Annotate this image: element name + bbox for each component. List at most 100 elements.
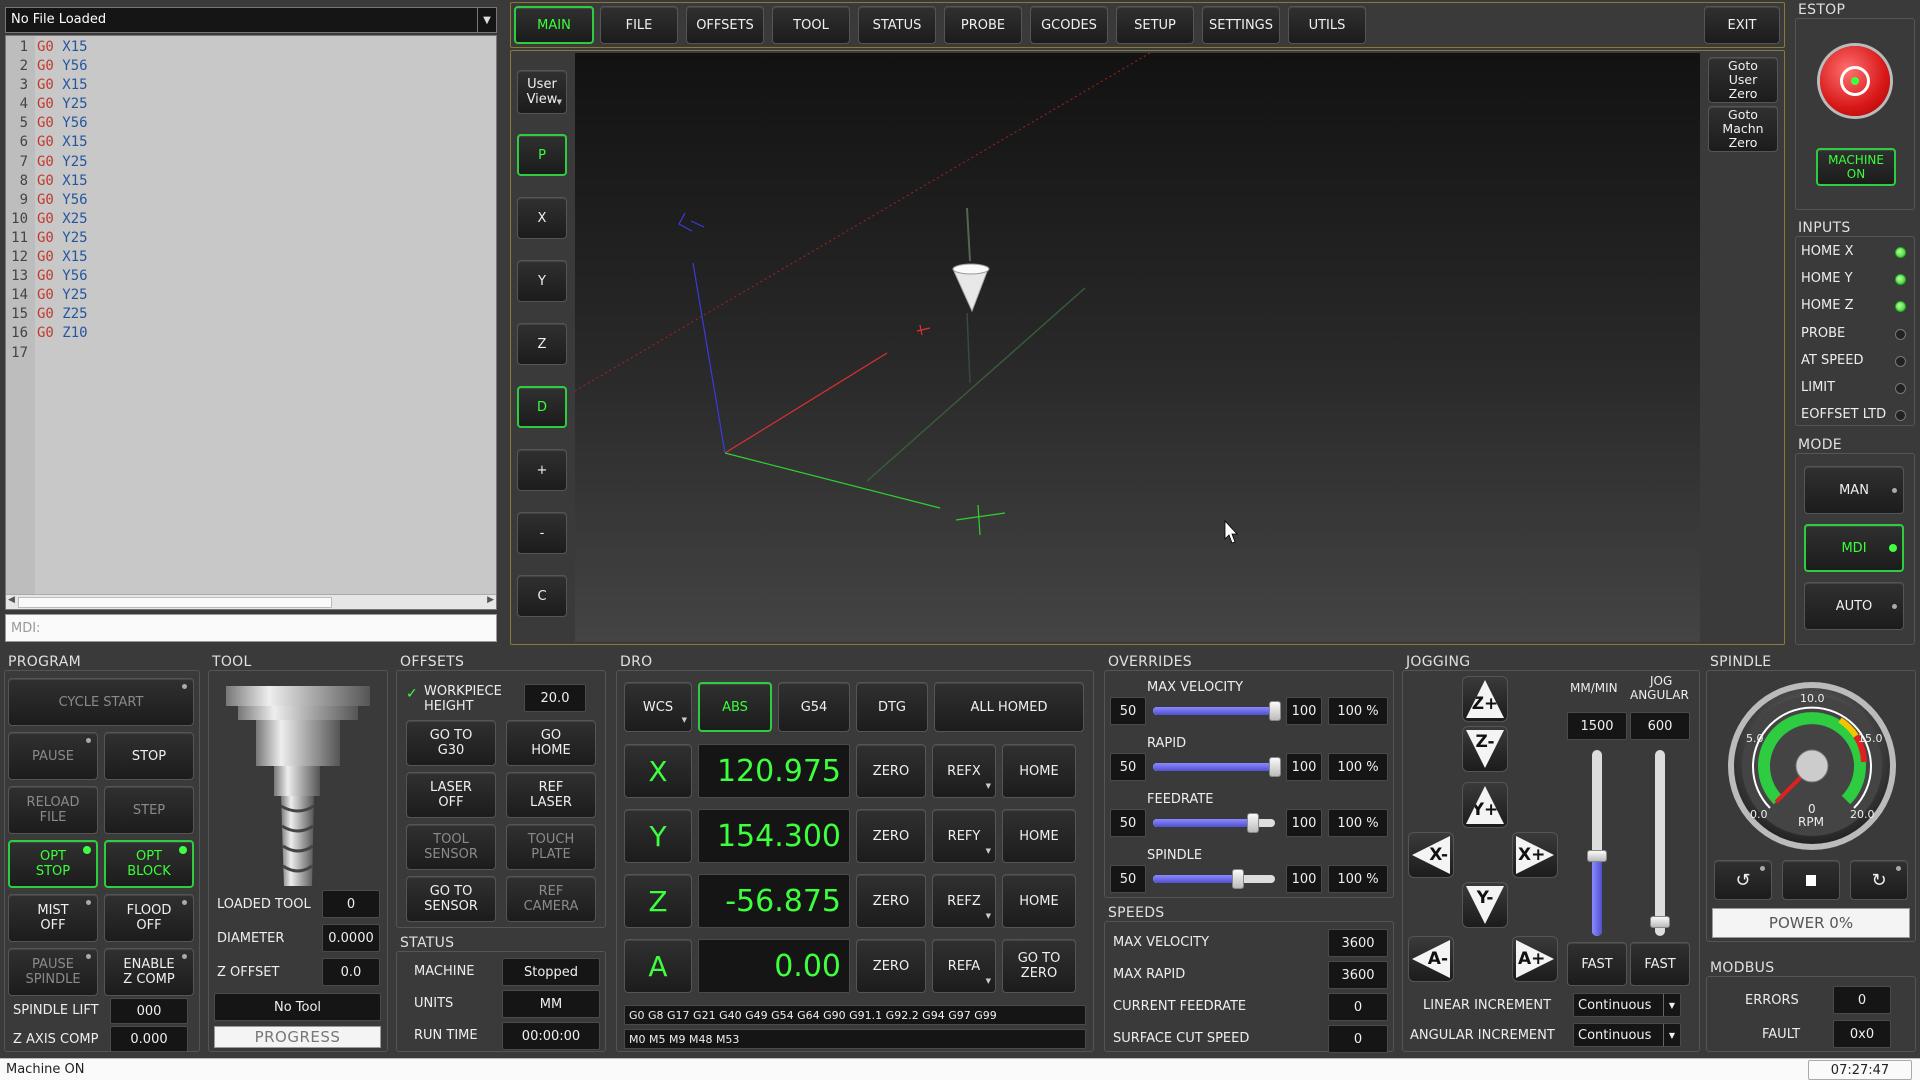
jog-x-plus-button[interactable]: X+ (1512, 832, 1558, 878)
laser-off-button[interactable]: LASER OFF (406, 772, 496, 818)
spindle-forward-button[interactable]: ↻ (1850, 860, 1908, 900)
override-min[interactable]: 50 (1110, 865, 1146, 893)
touch-plate-button[interactable]: TOUCH PLATE (506, 824, 596, 870)
gcode-line[interactable]: 9 G0 Y56 (6, 191, 88, 210)
gcode-line[interactable]: 11 G0 Y25 (6, 229, 87, 248)
check-icon[interactable]: ✓ (406, 686, 418, 702)
jog-a-plus-button[interactable]: A+ (1512, 936, 1558, 982)
gcode-line[interactable]: 1 G0 X15 (6, 38, 88, 57)
tab-tool[interactable]: TOOL (772, 6, 850, 44)
ref-camera-button[interactable]: REF CAMERA (506, 876, 596, 922)
clear-view-button[interactable]: C (517, 575, 567, 617)
override-slider[interactable] (1153, 869, 1275, 889)
opt-block-button[interactable]: OPT BLOCK (104, 840, 194, 888)
gcode-line[interactable]: 17 (6, 344, 88, 363)
mist-button[interactable]: MIST OFF (8, 894, 98, 942)
loaded-tool-field[interactable]: 0 (322, 890, 380, 918)
abs-button[interactable]: ABS (698, 682, 772, 732)
zoom-in-button[interactable]: + (517, 449, 567, 491)
goto-machine-zero-button[interactable]: Goto Machn Zero (1708, 106, 1778, 152)
jog-y-minus-button[interactable]: Y- (1462, 882, 1508, 928)
machine-on-button[interactable]: MACHINE ON (1816, 148, 1896, 186)
ref-laser-button[interactable]: REF LASER (506, 772, 596, 818)
override-slider-knob[interactable] (1232, 869, 1245, 889)
flood-button[interactable]: FLOOD OFF (104, 894, 194, 942)
zero-x-button[interactable]: ZERO (856, 744, 926, 798)
jog-y-plus-button[interactable]: Y+ (1462, 782, 1508, 828)
linear-jog-slider-knob[interactable] (1587, 850, 1607, 862)
view-d-button[interactable]: D (517, 386, 567, 428)
gcode-line[interactable]: 7 G0 Y25 (6, 153, 88, 172)
scroll-thumb[interactable] (18, 597, 332, 608)
override-slider-knob[interactable] (1269, 701, 1281, 721)
zoffset-field[interactable]: 0.0 (322, 958, 380, 986)
override-min[interactable]: 50 (1110, 753, 1146, 781)
wcs-button[interactable]: WCS ▼ (624, 682, 692, 732)
linear-jog-rate-field[interactable]: 1500 (1567, 712, 1627, 740)
mode-man-button[interactable]: MAN (1804, 466, 1904, 514)
gcode-line[interactable]: 14 G0 Y25 (6, 286, 87, 305)
home-z-button[interactable]: HOME (1002, 874, 1076, 928)
override-slider-knob[interactable] (1247, 813, 1260, 833)
tab-gcodes[interactable]: GCODES (1030, 6, 1108, 44)
override-max[interactable]: 100 (1286, 697, 1322, 725)
tab-probe[interactable]: PROBE (944, 6, 1022, 44)
ref-y-button[interactable]: REFY ▼ (932, 809, 996, 863)
tab-settings[interactable]: SETTINGS (1202, 6, 1280, 44)
angular-jog-slider-knob[interactable] (1650, 916, 1670, 928)
angular-jog-slider[interactable] (1650, 750, 1670, 936)
angular-jog-rate-field[interactable]: 600 (1630, 712, 1690, 740)
horizontal-scrollbar[interactable]: ◀ ▶ (6, 594, 496, 609)
mode-auto-button[interactable]: AUTO (1804, 582, 1904, 630)
override-max[interactable]: 100 (1286, 865, 1322, 893)
spindle-lift-field[interactable]: 000 (110, 998, 188, 1024)
goto-user-zero-button[interactable]: Goto User Zero (1708, 57, 1778, 103)
dtg-button[interactable]: DTG (856, 682, 928, 732)
ref-x-button[interactable]: REFX ▼ (932, 744, 996, 798)
estop-button[interactable] (1820, 46, 1890, 116)
zoom-out-button[interactable]: - (517, 512, 567, 554)
linear-increment-select[interactable]: Continuous ▼ (1573, 993, 1681, 1017)
opt-stop-button[interactable]: OPT STOP (8, 840, 98, 888)
tab-main[interactable]: MAIN (514, 6, 594, 44)
goto-g30-button[interactable]: GO TO G30 (406, 720, 496, 766)
override-slider-knob[interactable] (1269, 757, 1281, 777)
enable-zcomp-button[interactable]: ENABLE Z COMP (104, 948, 194, 996)
home-y-button[interactable]: HOME (1002, 809, 1076, 863)
gcode-line[interactable]: 6 G0 X15 (6, 133, 88, 152)
override-max[interactable]: 100 (1286, 753, 1322, 781)
tool-sensor-button[interactable]: TOOL SENSOR (406, 824, 496, 870)
override-slider[interactable] (1153, 813, 1275, 833)
view-z-button[interactable]: Z (517, 323, 567, 365)
gcode-editor[interactable]: 1 G0 X15 2 G0 Y56 3 G0 X15 4 G0 Y25 5 G0 Y56 6 G0 X… (5, 35, 497, 610)
user-view-button[interactable]: User View ▼ (517, 70, 567, 114)
gcode-line[interactable]: 2 G0 Y56 (6, 57, 88, 76)
gcode-line[interactable]: 5 G0 Y56 (6, 114, 88, 133)
reload-file-button[interactable]: RELOAD FILE (8, 786, 98, 834)
3d-viewport[interactable] (575, 53, 1700, 642)
tab-utils[interactable]: UTILS (1288, 6, 1366, 44)
linear-jog-slider[interactable] (1587, 750, 1607, 936)
mode-mdi-button[interactable]: MDI (1804, 524, 1904, 572)
scroll-left-icon[interactable]: ◀ (8, 595, 15, 605)
mdi-input[interactable]: MDI: (5, 614, 497, 642)
spindle-stop-button[interactable] (1782, 860, 1840, 900)
override-min[interactable]: 50 (1110, 697, 1146, 725)
chevron-down-icon[interactable]: ▼ (477, 8, 496, 32)
cycle-start-button[interactable]: CYCLE START (8, 678, 194, 726)
pause-spindle-button[interactable]: PAUSE SPINDLE (8, 948, 98, 996)
tab-offsets[interactable]: OFFSETS (686, 6, 764, 44)
gcode-line[interactable]: 13 G0 Y56 (6, 267, 87, 286)
step-button[interactable]: STEP (104, 786, 194, 834)
view-p-button[interactable]: P (517, 134, 567, 176)
file-selector[interactable]: No File Loaded ▼ (5, 7, 497, 33)
all-homed-button[interactable]: ALL HOMED (934, 682, 1084, 732)
override-max[interactable]: 100 (1286, 809, 1322, 837)
jog-z-minus-button[interactable]: Z- (1462, 726, 1508, 772)
pause-button[interactable]: PAUSE (8, 732, 98, 780)
view-x-button[interactable]: X (517, 197, 567, 239)
tab-setup[interactable]: SETUP (1116, 6, 1194, 44)
ref-a-button[interactable]: REFA ▼ (932, 939, 996, 993)
override-slider[interactable] (1153, 757, 1281, 777)
jog-a-minus-button[interactable]: A- (1408, 936, 1454, 982)
